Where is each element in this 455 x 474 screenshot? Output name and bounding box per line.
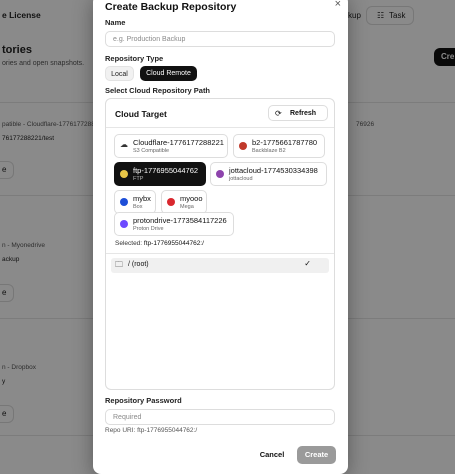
refresh-icon: ⟳ [275,109,282,118]
name-label: Name [105,18,126,27]
mega-icon [167,198,175,206]
b2-icon [239,142,247,150]
folder-root-label: / (root) [128,261,149,268]
cloud-icon: ☁ [120,140,128,149]
selected-prefix: Selected: [115,240,143,247]
refresh-button[interactable]: ⟳ Refresh [268,105,328,121]
create-button[interactable]: Create [297,446,336,464]
type-local-button[interactable]: Local [105,66,134,81]
check-icon: ✓ [304,259,311,268]
folder-root-row[interactable]: 🗀 / (root) ✓ [111,258,329,273]
remote-jottacloud[interactable]: jottacloud-1774530334398 jottacloud [210,162,327,186]
name-input[interactable]: e.g. Production Backup [105,31,335,47]
remote-type: Mega [180,204,194,210]
close-icon[interactable]: × [335,0,341,10]
selected-value: ftp-1776955044762:/ [143,240,204,247]
remote-type: Backblaze B2 [252,148,286,154]
cloud-target-panel: Cloud Target ⟳ Refresh ☁ Cloudflare-1776… [105,98,335,390]
remote-name: mybx [133,194,151,203]
create-repository-dialog: × Create Backup Repository Name e.g. Pro… [93,0,348,474]
remote-name: myooo [180,194,203,203]
remote-name: Cloudflare-1776177288221 [133,138,224,147]
remote-mybx[interactable]: mybx Box [114,190,156,214]
remote-myooo[interactable]: myooo Mega [161,190,207,214]
folder-icon: 🗀 [115,260,123,269]
repository-type-label: Repository Type [105,54,164,63]
protondrive-icon [120,220,128,228]
remote-cloudflare[interactable]: ☁ Cloudflare-1776177288221 S3 Compatible [114,134,228,158]
remote-protondrive[interactable]: protondrive-1773584117226 Proton Drive [114,212,234,236]
refresh-label: Refresh [290,110,317,117]
selected-path: Selected: ftp-1776955044762:/ [115,240,204,247]
remote-name: jottacloud-1774530334398 [229,166,318,175]
remote-type: S3 Compatible [133,148,170,154]
remote-name: b2-1775661787780 [252,138,318,147]
jottacloud-icon [216,170,224,178]
path-label: Select Cloud Repository Path [105,86,211,95]
remote-name: ftp-1776955044762 [133,166,199,175]
remote-b2[interactable]: b2-1775661787780 Backblaze B2 [233,134,325,158]
password-input[interactable]: Required [105,409,335,425]
cloud-target-title: Cloud Target [115,109,167,119]
repo-uri: Repo URI: ftp-1776955044762:/ [105,427,198,434]
password-label: Repository Password [105,396,182,405]
box-icon [120,198,128,206]
cancel-button[interactable]: Cancel [251,446,293,464]
remote-type: FTP [133,176,144,182]
remote-name: protondrive-1773584117226 [133,216,227,225]
remote-ftp[interactable]: ftp-1776955044762 FTP [114,162,206,186]
ftp-icon [120,170,128,178]
remote-type: jottacloud [229,176,253,182]
remote-type: Box [133,204,143,210]
type-cloud-remote-button[interactable]: Cloud Remote [140,66,197,81]
remote-type: Proton Drive [133,226,164,232]
dialog-title: Create Backup Repository [105,1,237,13]
